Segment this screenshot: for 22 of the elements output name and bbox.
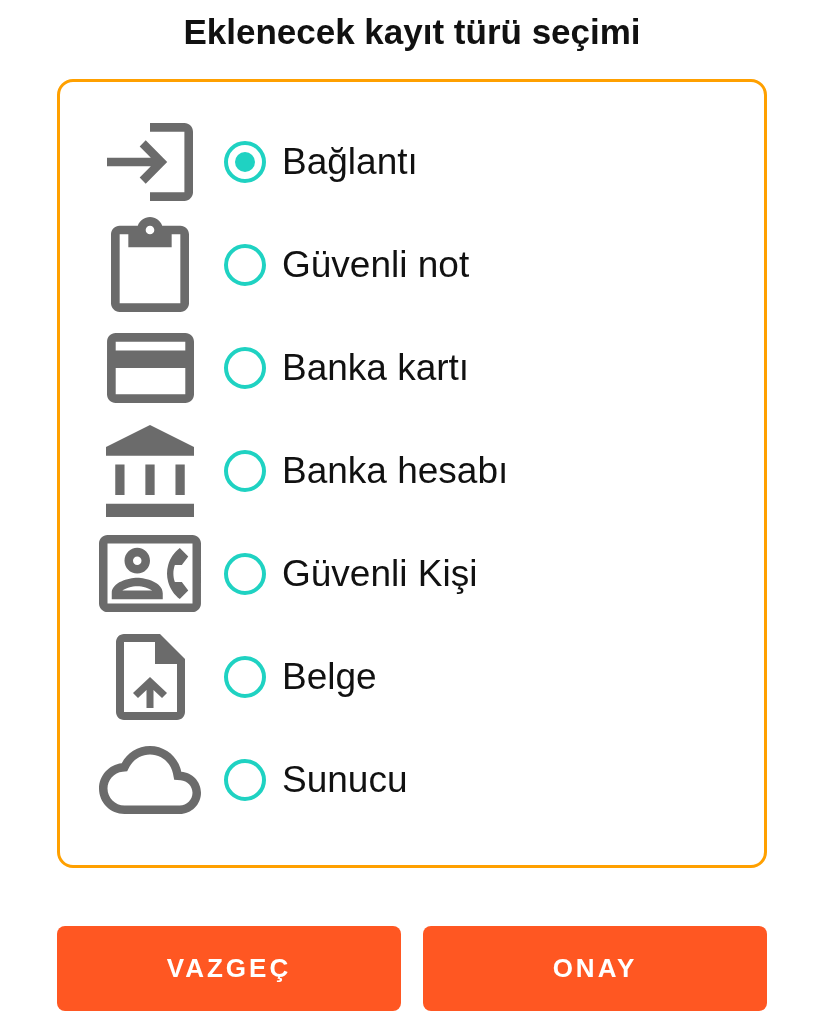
login-icon — [107, 122, 193, 201]
cloud-icon — [99, 745, 201, 814]
radio-button[interactable] — [224, 655, 266, 698]
bank-icon — [106, 424, 194, 517]
option-label[interactable]: Banka hesabı — [282, 448, 509, 493]
radio-button[interactable] — [224, 140, 266, 183]
contact-card-icon — [99, 535, 201, 612]
credit-card-icon — [106, 332, 194, 403]
radio-button[interactable] — [224, 758, 266, 801]
radio-button[interactable] — [224, 449, 266, 492]
radio-button[interactable] — [224, 243, 266, 286]
option-label[interactable]: Belge — [282, 654, 377, 699]
option-label[interactable]: Bağlantı — [282, 139, 418, 184]
radio-button[interactable] — [224, 552, 266, 595]
document-upload-icon — [115, 633, 185, 720]
radio-button[interactable] — [224, 346, 266, 389]
dialog-title: Eklenecek kayıt türü seçimi — [182, 12, 642, 52]
option-label[interactable]: Sunucu — [282, 757, 408, 802]
option-label[interactable]: Banka kartı — [282, 345, 470, 390]
option-label[interactable]: Güvenli Kişi — [282, 551, 478, 596]
clipboard-icon — [111, 217, 189, 312]
option-label[interactable]: Güvenli not — [282, 242, 470, 287]
